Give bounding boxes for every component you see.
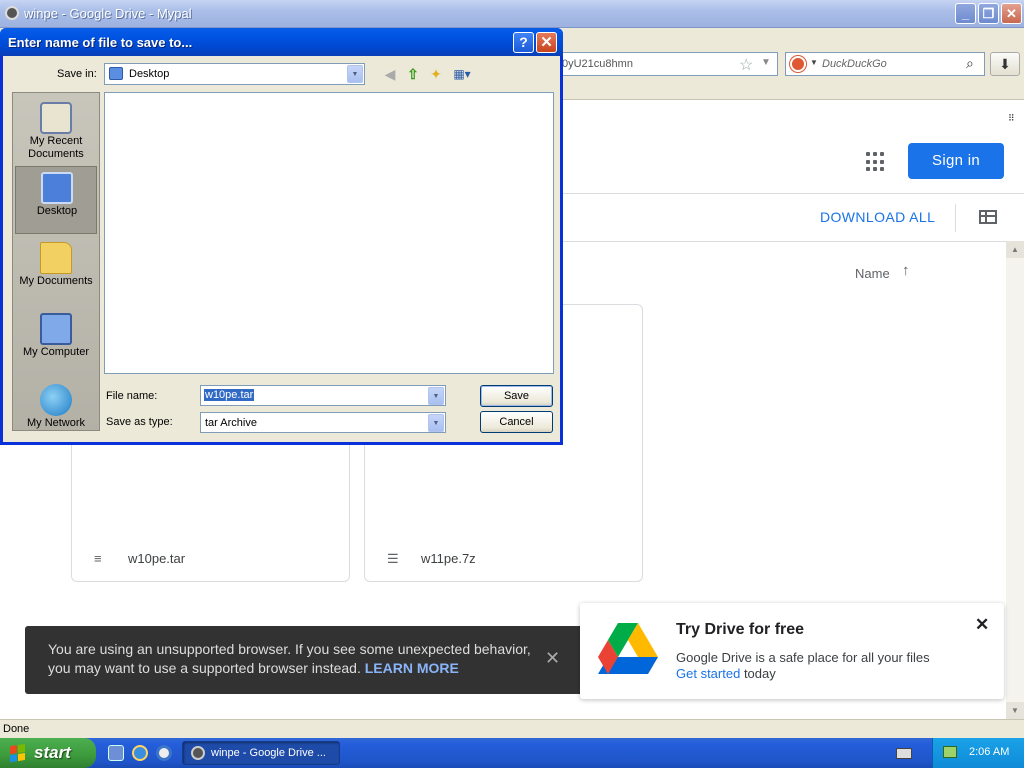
clock[interactable]: 2:06 AM <box>969 746 1009 758</box>
start-button[interactable]: start <box>0 738 96 768</box>
start-label: start <box>34 743 71 762</box>
file-list-view[interactable] <box>104 92 554 374</box>
keyboard-icon[interactable] <box>896 748 912 759</box>
search-icon[interactable]: ⌕ <box>966 55 974 72</box>
mypal-icon <box>5 6 19 20</box>
search-bar[interactable]: ▼ DuckDuckGo ⌕ <box>785 52 985 76</box>
downloads-button[interactable]: ⬇ <box>990 52 1020 76</box>
promo-link-suffix: today <box>743 666 776 681</box>
download-all-button[interactable]: DOWNLOAD ALL <box>820 209 935 225</box>
show-desktop-icon[interactable] <box>108 745 124 761</box>
place-label: My Network <box>26 417 86 429</box>
place-desktop[interactable]: Desktop <box>15 166 97 234</box>
scroll-up-icon[interactable]: ▲ <box>1006 241 1024 258</box>
file-name-label: File name: <box>106 390 158 402</box>
chevron-down-icon[interactable]: ▼ <box>347 65 363 83</box>
desktop-icon <box>109 67 123 80</box>
save-button[interactable]: Save <box>480 385 553 407</box>
page-scrollbar[interactable]: ▲ ▼ <box>1006 241 1024 719</box>
sort-by-name[interactable]: Name <box>855 266 890 281</box>
sign-in-button[interactable]: Sign in <box>908 143 1004 179</box>
minimize-button[interactable]: _ <box>955 3 976 24</box>
my-documents-folder-icon <box>40 242 72 274</box>
unsupported-browser-toast: You are using an unsupported browser. If… <box>25 626 592 694</box>
promo-title: Try Drive for free <box>676 621 805 638</box>
dialog-close-button[interactable]: ✕ <box>536 32 557 53</box>
file-name-value[interactable]: w10pe.tar <box>204 389 255 401</box>
cancel-button[interactable]: Cancel <box>480 411 553 433</box>
taskbar-window-label: winpe - Google Drive ... <box>211 747 326 759</box>
network-icon[interactable] <box>943 746 957 758</box>
window-title: winpe - Google Drive - Mypal <box>24 6 192 21</box>
maximize-button[interactable]: ❐ <box>978 3 999 24</box>
back-icon[interactable]: ◀ <box>382 66 398 82</box>
my-computer-icon <box>40 313 72 345</box>
taskbar-window-button[interactable]: winpe - Google Drive ... <box>182 741 340 765</box>
toolbar-separator <box>955 204 956 232</box>
internet-explorer-icon[interactable] <box>132 745 148 761</box>
list-file-icon: ☰ <box>387 551 399 566</box>
dialog-title: Enter name of file to save to... <box>8 35 193 50</box>
save-in-value: Desktop <box>129 68 170 80</box>
save-as-type-dropdown[interactable]: tar Archive ▼ <box>200 412 446 433</box>
browser-titlebar: winpe - Google Drive - Mypal _ ❐ ✕ <box>0 0 1024 28</box>
archive-icon: ≡ <box>94 551 102 566</box>
mypal-icon <box>191 746 205 760</box>
file-name: w10pe.tar <box>128 551 186 566</box>
toolbar-grip-icon: ⠿ <box>1008 113 1015 123</box>
up-folder-icon[interactable]: ⇧ <box>405 66 421 82</box>
address-bar[interactable]: 0yU21cu8hmn ☆ ▼ <box>555 52 778 76</box>
scroll-down-icon[interactable]: ▼ <box>1006 702 1024 719</box>
save-in-dropdown[interactable]: Desktop ▼ <box>104 63 365 85</box>
get-started-link[interactable]: Get started <box>676 666 740 681</box>
list-view-icon[interactable] <box>979 210 997 224</box>
place-label: My Computer <box>22 346 90 358</box>
views-menu-icon[interactable]: ▦▾ <box>451 66 473 82</box>
bookmark-star-icon[interactable]: ☆ <box>739 55 753 75</box>
chevron-down-icon[interactable]: ▼ <box>761 57 771 68</box>
promo-description: Google Drive is a safe place for all you… <box>676 650 930 665</box>
dialog-titlebar: Enter name of file to save to... ? ✕ <box>0 28 563 56</box>
places-bar: My Recent Documents Desktop My Documents… <box>12 92 100 431</box>
google-drive-logo-icon <box>598 623 658 674</box>
file-name: w11pe.7z <box>421 551 476 566</box>
save-file-dialog: Enter name of file to save to... ? ✕ Sav… <box>0 28 563 445</box>
close-button[interactable]: ✕ <box>1001 3 1022 24</box>
place-label: My Documents <box>19 275 93 287</box>
chevron-down-icon[interactable]: ▼ <box>428 387 444 405</box>
my-network-icon <box>40 384 72 416</box>
media-player-icon[interactable] <box>156 745 172 761</box>
taskbar: start winpe - Google Drive ... 2:06 AM <box>0 738 1024 768</box>
save-in-label: Save in: <box>57 68 97 80</box>
recent-documents-icon <box>40 102 72 134</box>
chevron-down-icon[interactable]: ▼ <box>428 414 444 432</box>
file-name-field[interactable]: w10pe.tar ▼ <box>200 385 446 406</box>
place-label: Desktop <box>36 205 78 217</box>
url-text: 0yU21cu8hmn <box>562 58 633 70</box>
help-button[interactable]: ? <box>513 32 534 53</box>
system-tray: 2:06 AM <box>932 738 1024 768</box>
place-my-network[interactable]: My Network <box>15 379 97 447</box>
status-text: Done <box>3 723 30 735</box>
place-my-documents[interactable]: My Documents <box>15 237 97 305</box>
search-engine-dropdown-icon[interactable]: ▼ <box>810 58 818 67</box>
try-drive-promo: Try Drive for free Google Drive is a saf… <box>580 603 1004 699</box>
windows-flag-icon <box>10 744 26 763</box>
new-folder-icon[interactable]: ✦ <box>428 66 444 82</box>
search-input[interactable]: DuckDuckGo <box>822 58 887 70</box>
save-as-type-value: tar Archive <box>205 417 257 429</box>
duckduckgo-icon[interactable] <box>790 56 806 72</box>
place-my-computer[interactable]: My Computer <box>15 308 97 376</box>
place-label: My Recent Documents <box>28 135 84 160</box>
promo-close-icon[interactable]: ✕ <box>975 615 989 635</box>
desktop-icon <box>41 172 73 204</box>
sort-ascending-icon[interactable]: ↑ <box>902 262 910 279</box>
place-my-recent-documents[interactable]: My Recent Documents <box>15 97 97 165</box>
toast-close-icon[interactable]: ✕ <box>545 648 560 669</box>
save-as-type-label: Save as type: <box>106 416 173 428</box>
status-bar: Done <box>0 719 1024 738</box>
learn-more-link[interactable]: LEARN MORE <box>365 660 459 676</box>
google-apps-icon[interactable] <box>866 152 886 172</box>
download-arrow-icon: ⬇ <box>999 56 1011 72</box>
